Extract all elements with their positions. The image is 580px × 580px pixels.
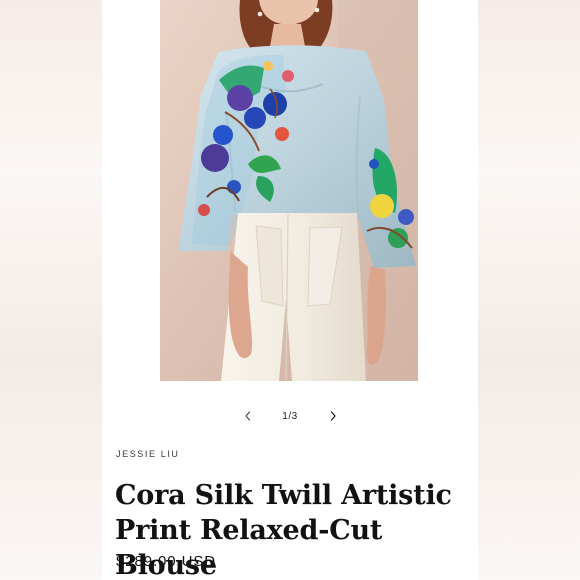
left-blurred-margin (0, 0, 102, 580)
product-page: 1/3 JESSIE LIU Cora Silk Twill Artistic … (102, 0, 478, 580)
vendor-name: JESSIE LIU (116, 449, 180, 459)
product-price: $289.00 USD (116, 553, 216, 570)
next-image-button[interactable] (320, 405, 346, 431)
chevron-right-icon (328, 409, 338, 427)
right-blurred-margin (478, 0, 580, 580)
product-photo-illustration (160, 0, 418, 381)
chevron-left-icon (243, 409, 253, 427)
screenshot-stage: 1/3 JESSIE LIU Cora Silk Twill Artistic … (0, 0, 580, 580)
image-counter: 1/3 (282, 411, 298, 422)
gallery-navigation: 1/3 (102, 405, 478, 431)
product-image[interactable] (160, 0, 418, 381)
previous-image-button[interactable] (235, 405, 261, 431)
